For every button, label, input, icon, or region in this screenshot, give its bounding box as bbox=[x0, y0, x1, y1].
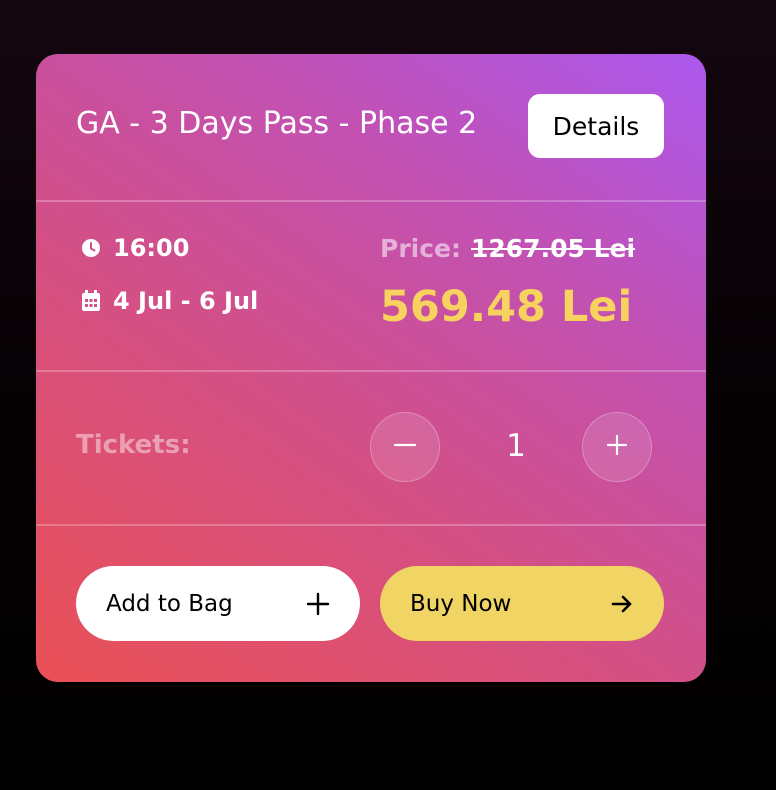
event-dates-text: 4 Jul - 6 Jul bbox=[113, 287, 259, 315]
add-to-bag-button[interactable]: Add to Bag bbox=[76, 566, 360, 641]
arrow-right-icon bbox=[608, 590, 636, 618]
calendar-icon bbox=[81, 290, 101, 311]
add-to-bag-label: Add to Bag bbox=[106, 590, 233, 617]
plus-icon bbox=[606, 434, 628, 460]
buy-now-label: Buy Now bbox=[410, 590, 512, 617]
ticket-title: GA - 3 Days Pass - Phase 2 bbox=[76, 106, 478, 141]
price-label: Price: bbox=[380, 234, 461, 263]
old-price: 1267.05 Lei bbox=[471, 234, 636, 263]
buy-now-button[interactable]: Buy Now bbox=[380, 566, 664, 641]
price-row: Price: 1267.05 Lei bbox=[380, 234, 635, 263]
decrement-button[interactable] bbox=[370, 412, 440, 482]
new-price: 569.48 Lei bbox=[380, 282, 633, 332]
minus-icon bbox=[393, 433, 417, 461]
event-time-text: 16:00 bbox=[113, 234, 190, 262]
event-dates: 4 Jul - 6 Jul bbox=[81, 287, 258, 315]
divider bbox=[36, 370, 706, 372]
ticket-quantity: 1 bbox=[506, 428, 526, 464]
ticket-card: GA - 3 Days Pass - Phase 2 Details 16:00 bbox=[36, 54, 706, 682]
clock-icon bbox=[81, 238, 101, 258]
plus-icon bbox=[304, 590, 332, 618]
event-time: 16:00 bbox=[81, 234, 189, 262]
divider bbox=[36, 200, 706, 202]
details-button[interactable]: Details bbox=[528, 94, 664, 158]
increment-button[interactable] bbox=[582, 412, 652, 482]
tickets-label: Tickets: bbox=[76, 430, 191, 460]
divider bbox=[36, 524, 706, 526]
